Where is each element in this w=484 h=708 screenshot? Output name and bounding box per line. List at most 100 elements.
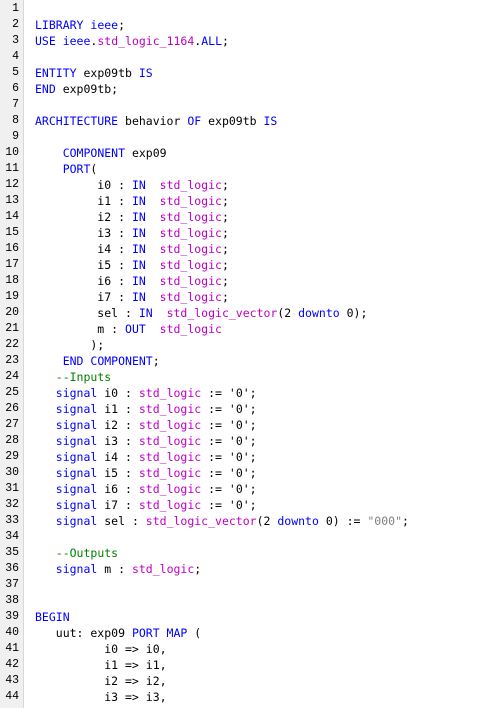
code-line[interactable]: 40 uut: exp09 PORT MAP ( bbox=[0, 625, 484, 641]
code-line[interactable]: 9 bbox=[0, 129, 484, 145]
line-number: 6 bbox=[12, 82, 19, 95]
code-text: i0 => i0, bbox=[35, 641, 166, 657]
type-token: std_logic bbox=[159, 226, 222, 240]
code-token: ; bbox=[221, 290, 229, 304]
code-token: sel : bbox=[35, 306, 139, 320]
code-text: ENTITY exp09tb IS bbox=[35, 65, 153, 81]
code-line[interactable]: 38 bbox=[0, 593, 484, 609]
code-token: i5 : bbox=[104, 466, 139, 480]
code-line[interactable]: 11 PORT( bbox=[0, 161, 484, 177]
line-number: 12 bbox=[5, 178, 19, 191]
keyword-token: IS bbox=[138, 66, 153, 80]
code-line[interactable]: 33 signal sel : std_logic_vector(2 downt… bbox=[0, 513, 484, 529]
code-token: ; bbox=[221, 226, 229, 240]
line-number: 30 bbox=[5, 466, 19, 479]
keyword-token: ENTITY bbox=[35, 66, 84, 80]
keyword-token: ALL bbox=[201, 34, 222, 48]
type-token: std_logic bbox=[138, 498, 209, 512]
code-line[interactable]: 26 signal i1 : std_logic := '0'; bbox=[0, 401, 484, 417]
code-line[interactable]: 36 signal m : std_logic; bbox=[0, 561, 484, 577]
code-line[interactable]: 31 signal i6 : std_logic := '0'; bbox=[0, 481, 484, 497]
code-token: exp09 bbox=[131, 146, 167, 160]
line-number: 25 bbox=[5, 386, 19, 399]
code-line[interactable]: 15 i3 : IN std_logic; bbox=[0, 225, 484, 241]
type-token: std_logic bbox=[138, 450, 209, 464]
code-text: LIBRARY ieee; bbox=[35, 17, 125, 33]
code-token: i6 : bbox=[35, 274, 132, 288]
line-number: 27 bbox=[5, 418, 19, 431]
line-number: 24 bbox=[5, 370, 19, 383]
code-token: i0 : bbox=[35, 178, 132, 192]
code-line[interactable]: 39 BEGIN bbox=[0, 609, 484, 625]
code-line[interactable]: 16 i4 : IN std_logic; bbox=[0, 241, 484, 257]
code-line[interactable]: 6 END exp09tb; bbox=[0, 81, 484, 97]
code-token: (2 bbox=[277, 306, 299, 320]
code-token: i1 : bbox=[104, 402, 139, 416]
code-line[interactable]: 23 END COMPONENT; bbox=[0, 353, 484, 369]
code-line[interactable]: 1 bbox=[0, 1, 484, 17]
code-token: i6 : bbox=[104, 482, 139, 496]
code-editor[interactable]: 1 2 LIBRARY ieee; 3 USE ieee.std_logic_1164.… bbox=[0, 0, 484, 708]
code-text: signal i7 : std_logic := '0'; bbox=[35, 497, 257, 513]
code-line[interactable]: 35 --Outputs bbox=[0, 545, 484, 561]
code-line[interactable]: 14 i2 : IN std_logic; bbox=[0, 209, 484, 225]
code-line[interactable]: 8 ARCHITECTURE behavior OF exp09tb IS bbox=[0, 113, 484, 129]
code-line[interactable]: 19 i7 : IN std_logic; bbox=[0, 289, 484, 305]
line-number: 8 bbox=[12, 114, 19, 127]
line-number: 43 bbox=[5, 674, 19, 687]
comment-token: --Inputs bbox=[55, 370, 112, 384]
code-line[interactable]: 41 i0 => i0, bbox=[0, 641, 484, 657]
keyword-token: signal bbox=[55, 514, 105, 528]
code-line[interactable]: 30 signal i5 : std_logic := '0'; bbox=[0, 465, 484, 481]
line-number: 41 bbox=[5, 642, 19, 655]
code-line[interactable]: 4 bbox=[0, 49, 484, 65]
code-lines[interactable]: 1 2 LIBRARY ieee; 3 USE ieee.std_logic_1164.… bbox=[0, 1, 484, 705]
code-text: i2 => i2, bbox=[35, 673, 166, 689]
code-line[interactable]: 25 signal i0 : std_logic := '0'; bbox=[0, 385, 484, 401]
keyword-token: IN bbox=[131, 258, 160, 272]
code-line[interactable]: 20 sel : IN std_logic_vector(2 downto 0)… bbox=[0, 305, 484, 321]
code-line[interactable]: 28 signal i3 : std_logic := '0'; bbox=[0, 433, 484, 449]
code-line[interactable]: 7 bbox=[0, 97, 484, 113]
code-line[interactable]: 42 i1 => i1, bbox=[0, 657, 484, 673]
code-text: ARCHITECTURE behavior OF exp09tb IS bbox=[35, 113, 277, 129]
code-line[interactable]: 43 i2 => i2, bbox=[0, 673, 484, 689]
code-line[interactable]: 17 i5 : IN std_logic; bbox=[0, 257, 484, 273]
keyword-token: IN bbox=[131, 242, 160, 256]
code-text: --Outputs bbox=[35, 545, 118, 561]
code-token: i0 : bbox=[104, 386, 139, 400]
code-line[interactable]: 29 signal i4 : std_logic := '0'; bbox=[0, 449, 484, 465]
code-line[interactable]: 10 COMPONENT exp09 bbox=[0, 145, 484, 161]
code-line[interactable]: 2 LIBRARY ieee; bbox=[0, 17, 484, 33]
code-token: := '0'; bbox=[208, 482, 257, 496]
code-line[interactable]: 27 signal i2 : std_logic := '0'; bbox=[0, 417, 484, 433]
code-line[interactable]: 44 i3 => i3, bbox=[0, 689, 484, 705]
code-text: signal i3 : std_logic := '0'; bbox=[35, 433, 257, 449]
line-number: 36 bbox=[5, 562, 19, 575]
code-text: USE ieee.std_logic_1164.ALL; bbox=[35, 33, 229, 49]
code-token: := '0'; bbox=[208, 450, 257, 464]
code-line[interactable]: 22 ); bbox=[0, 337, 484, 353]
keyword-token: PORT bbox=[62, 162, 91, 176]
code-line[interactable]: 5 ENTITY exp09tb IS bbox=[0, 65, 484, 81]
code-token: ; bbox=[118, 18, 126, 32]
code-token: := '0'; bbox=[208, 498, 257, 512]
code-line[interactable]: 34 bbox=[0, 529, 484, 545]
code-line[interactable]: 37 bbox=[0, 577, 484, 593]
code-line[interactable]: 32 signal i7 : std_logic := '0'; bbox=[0, 497, 484, 513]
line-number: 34 bbox=[5, 530, 19, 543]
line-number: 40 bbox=[5, 626, 19, 639]
line-number: 31 bbox=[5, 482, 19, 495]
code-line[interactable]: 3 USE ieee.std_logic_1164.ALL; bbox=[0, 33, 484, 49]
code-token: i2 : bbox=[35, 210, 132, 224]
code-line[interactable]: 21 m : OUT std_logic bbox=[0, 321, 484, 337]
code-line[interactable]: 24 --Inputs bbox=[0, 369, 484, 385]
line-number: 5 bbox=[12, 66, 19, 79]
code-line[interactable]: 12 i0 : IN std_logic; bbox=[0, 177, 484, 193]
code-line[interactable]: 13 i1 : IN std_logic; bbox=[0, 193, 484, 209]
code-line[interactable]: 18 i6 : IN std_logic; bbox=[0, 273, 484, 289]
code-token: behavior bbox=[125, 114, 188, 128]
